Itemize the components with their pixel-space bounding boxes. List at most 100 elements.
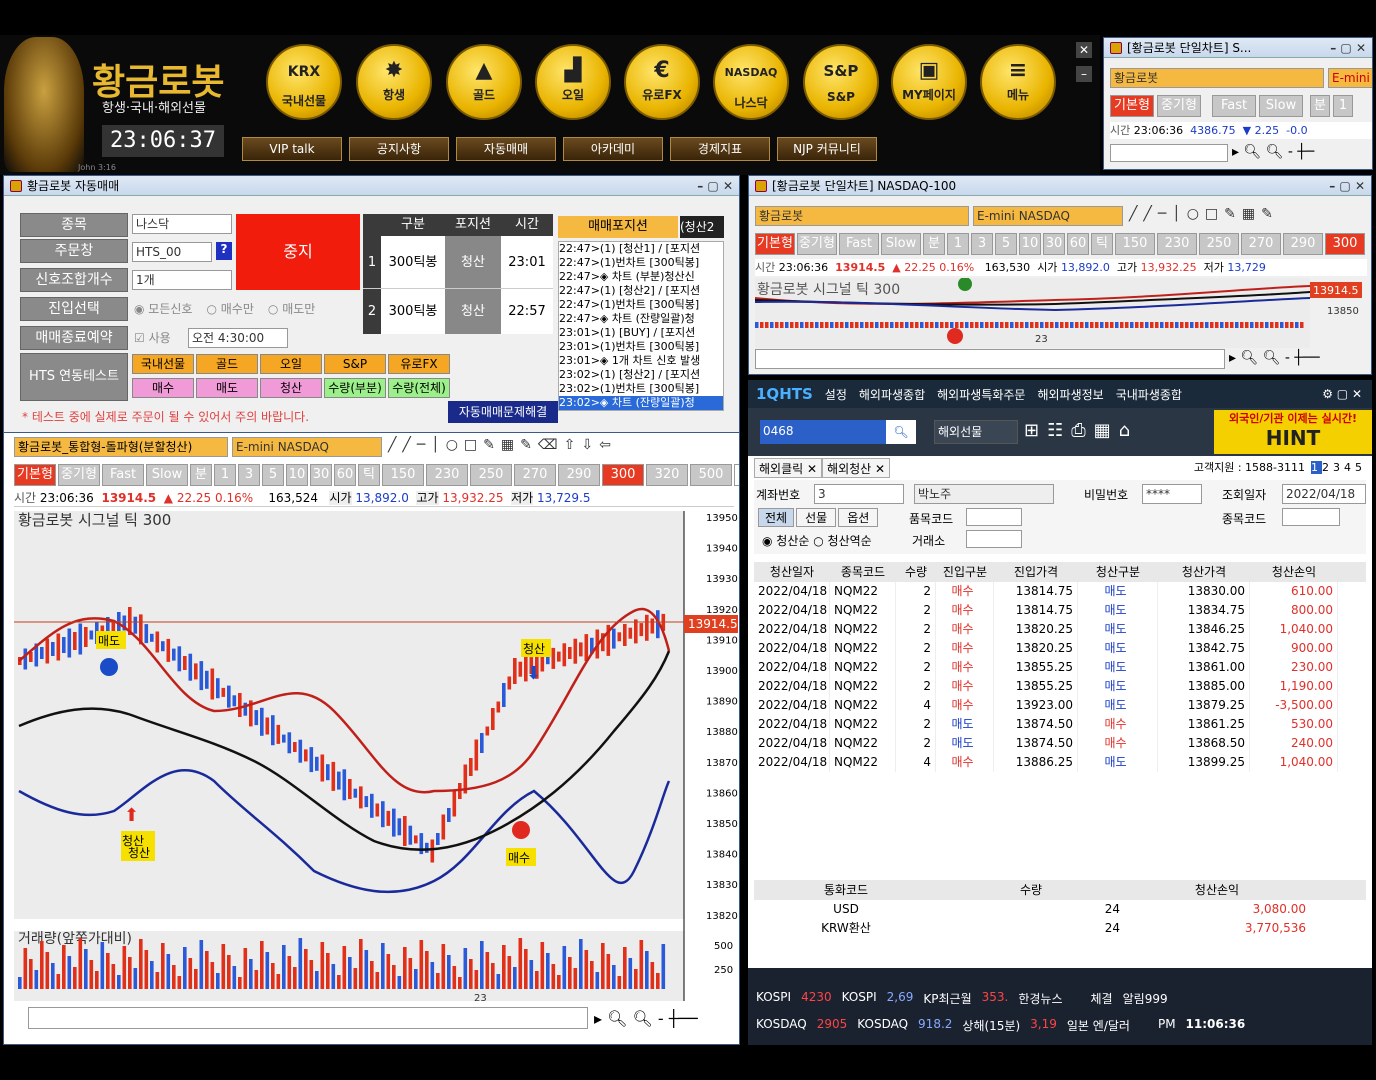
test-kr-futures[interactable]: 국내선물	[132, 354, 194, 374]
sub-academy[interactable]: 아카데미	[563, 137, 663, 161]
period-tab[interactable]: 300	[602, 464, 644, 486]
signal-select[interactable]: 1개	[132, 270, 232, 290]
test-sell[interactable]: 매도	[196, 378, 258, 398]
table-row[interactable]: 2022/04/18 NQM22 4 매수 13886.25 매도 13899.25 1,04…	[754, 753, 1366, 772]
table-header[interactable]: 종목코드	[830, 562, 896, 582]
sub-auto[interactable]: 자동매매	[456, 137, 556, 161]
menu-gold[interactable]: ▲ 골드	[446, 44, 522, 120]
period-tab[interactable]: 290	[558, 464, 600, 486]
period-tab[interactable]: 기본형	[14, 464, 56, 486]
position-row[interactable]: 1 300틱봉 청산 23:01	[363, 236, 553, 289]
page-tabs[interactable]: 12345	[1311, 458, 1366, 478]
filter-tabs[interactable]: 전체 선물 옵션	[758, 508, 879, 527]
period-tab[interactable]: 1	[214, 464, 236, 486]
period-tab[interactable]: Fast	[102, 464, 144, 486]
table-row[interactable]: 2022/04/18 NQM22 2 매수 13820.25 매도 13842.75 900.…	[754, 639, 1366, 658]
test-oil[interactable]: 오일	[260, 354, 322, 374]
nasdaq-period-tab[interactable]: 270	[1241, 233, 1281, 255]
menu-menu[interactable]: ≡ 메뉴	[980, 44, 1056, 120]
table-row[interactable]: 2022/04/18 NQM22 2 매도 13874.50 매수 13861.25 530.…	[754, 715, 1366, 734]
menu-overseas-info[interactable]: 해외파생정보	[1037, 386, 1103, 403]
log-list[interactable]: 22:47>(1) [청산1] / [포지션 22:47>(1)번차트 [300…	[558, 241, 724, 411]
test-qty-partial[interactable]: 수량(부분)	[324, 378, 386, 398]
main-zoom-controls[interactable]: ▸ 🔍︎ 🔍︎ - ┼──	[594, 1009, 698, 1028]
sort-radios[interactable]: ◉ 청산순 ○ 청산역순	[762, 532, 872, 549]
small-tab-basic[interactable]: 기본형	[1110, 95, 1154, 117]
strategy-select[interactable]: 황금로봇_통합형-돌파형(분할청산)	[14, 437, 228, 457]
period-tab[interactable]: 230	[426, 464, 468, 486]
nasdaq-zoom-controls[interactable]: ▸ 🔍︎ 🔍︎ - ┼──	[1229, 350, 1320, 366]
search-icon[interactable]: 🔍︎	[886, 420, 916, 444]
test-qty-all[interactable]: 수량(전체)	[388, 378, 450, 398]
exchange-input[interactable]	[966, 530, 1022, 548]
sub-notice[interactable]: 공지사항	[349, 137, 449, 161]
table-row[interactable]: 2022/04/18 NQM22 2 매수 13814.75 매도 13834.75 800.…	[754, 601, 1366, 620]
small-tab-mid[interactable]: 중기형	[1157, 95, 1201, 117]
period-tab[interactable]: 3	[238, 464, 260, 486]
period-tab[interactable]: 500	[690, 464, 732, 486]
fix-button[interactable]: 자동매매문제해결	[448, 401, 558, 423]
menu-domestic[interactable]: 국내파생종합	[1116, 386, 1182, 403]
nasdaq-period-tab[interactable]: 250	[1199, 233, 1239, 255]
conclude-button[interactable]: 체결	[1091, 990, 1113, 1007]
nasdaq-scrollbar[interactable]	[755, 349, 1225, 369]
period-tab[interactable]: 60	[334, 464, 356, 486]
header-close-icon[interactable]: ✕	[1076, 42, 1092, 58]
table-header[interactable]: 청산가격	[1158, 562, 1250, 582]
period-tab[interactable]: 250	[470, 464, 512, 486]
table-row[interactable]: 2022/04/18 NQM22 2 매수 13855.25 매도 13885.00 1,19…	[754, 677, 1366, 696]
period-tab[interactable]: 5	[262, 464, 284, 486]
product-select[interactable]: E-mini NASDAQ	[232, 437, 382, 457]
table-row[interactable]: 2022/04/18 NQM22 2 매수 13814.75 매도 13830.00 610.…	[754, 582, 1366, 601]
table-row[interactable]: 2022/04/18 NQM22 2 매도 13874.50 매수 13868.50 240.…	[754, 734, 1366, 753]
log-tab[interactable]: (청산2	[680, 216, 724, 238]
nasdaq-product-select[interactable]: E-mini NASDAQ	[973, 206, 1123, 226]
price-chart[interactable]: 13950 13940 13930 13920 13910 13900 13890 13880…	[14, 511, 738, 1011]
alarm-button[interactable]: 알림999	[1123, 990, 1168, 1007]
menu-hangseng[interactable]: ✸ 항생	[356, 44, 432, 120]
period-tab[interactable]: 10	[286, 464, 308, 486]
menu-nasdaq[interactable]: NASDAQ 나스닥	[713, 44, 789, 120]
menu-special-order[interactable]: 해외파생특화주문	[937, 386, 1025, 403]
nasdaq-period-tab[interactable]: 3	[971, 233, 993, 255]
window-controls-icon[interactable]: – ▢ ✕	[697, 179, 733, 193]
date-input[interactable]: 2022/04/18	[1282, 484, 1366, 504]
nasdaq-period-tab[interactable]: 틱	[1091, 233, 1113, 255]
header-minimize-icon[interactable]: –	[1076, 66, 1092, 82]
table-row[interactable]: 2022/04/18 NQM22 4 매수 13923.00 매도 13879.25 -3,5…	[754, 696, 1366, 715]
menu-overseas[interactable]: 해외파생종합	[859, 386, 925, 403]
end-time-input[interactable]: 오전 4:30:00	[188, 328, 288, 348]
small-tab-1[interactable]: 1	[1333, 95, 1353, 117]
period-tab[interactable]: 150	[382, 464, 424, 486]
item-select[interactable]: 나스닥	[132, 214, 232, 234]
small-product-select[interactable]: E-mini	[1328, 68, 1372, 88]
small-tab-fast[interactable]: Fast	[1212, 95, 1256, 117]
nasdaq-mini-chart[interactable]: 황금로봇 시그널 틱 300 13914.5 13850 23	[755, 278, 1367, 348]
position-row[interactable]: 2 300틱봉 청산 22:57	[363, 289, 553, 334]
window-controls-icon[interactable]: – ▢ ✕	[1330, 41, 1366, 55]
table-header[interactable]: 진입구분	[936, 562, 994, 582]
item-code-input[interactable]	[966, 508, 1022, 526]
password-input[interactable]: ****	[1142, 484, 1202, 504]
menu-oil[interactable]: ▟ 오일	[535, 44, 611, 120]
sub-community[interactable]: NJP 커뮤니티	[777, 137, 877, 161]
period-tab[interactable]: 일	[734, 464, 739, 486]
nasdaq-period-tab[interactable]: 150	[1115, 233, 1155, 255]
small-robot-select[interactable]: 황금로봇	[1110, 68, 1324, 88]
menu-settings[interactable]: 설정	[825, 386, 847, 403]
hts-market-select[interactable]: 해외선물	[934, 420, 1018, 444]
menu-sp[interactable]: S&P S&P	[803, 44, 879, 120]
nasdaq-period-tab[interactable]: 10	[1019, 233, 1041, 255]
small-tab-slow[interactable]: Slow	[1259, 95, 1303, 117]
table-header[interactable]: 진입가격	[994, 562, 1078, 582]
test-close[interactable]: 청산	[260, 378, 322, 398]
tab-overseas-close[interactable]: 해외청산 ✕	[822, 458, 891, 478]
test-buy[interactable]: 매수	[132, 378, 194, 398]
nasdaq-period-tab[interactable]: 60	[1067, 233, 1089, 255]
menu-mypage[interactable]: ▣ MY페이지	[891, 44, 967, 120]
hint-banner[interactable]: 외국인/기관 이제는 실시간! HINT	[1214, 410, 1372, 454]
nasdaq-period-tab[interactable]: 분	[923, 233, 945, 255]
table-row[interactable]: 2022/04/18 NQM22 2 매수 13855.25 매도 13861.00 230.…	[754, 658, 1366, 677]
account-input[interactable]: 3	[814, 484, 904, 504]
period-tab[interactable]: 30	[310, 464, 332, 486]
